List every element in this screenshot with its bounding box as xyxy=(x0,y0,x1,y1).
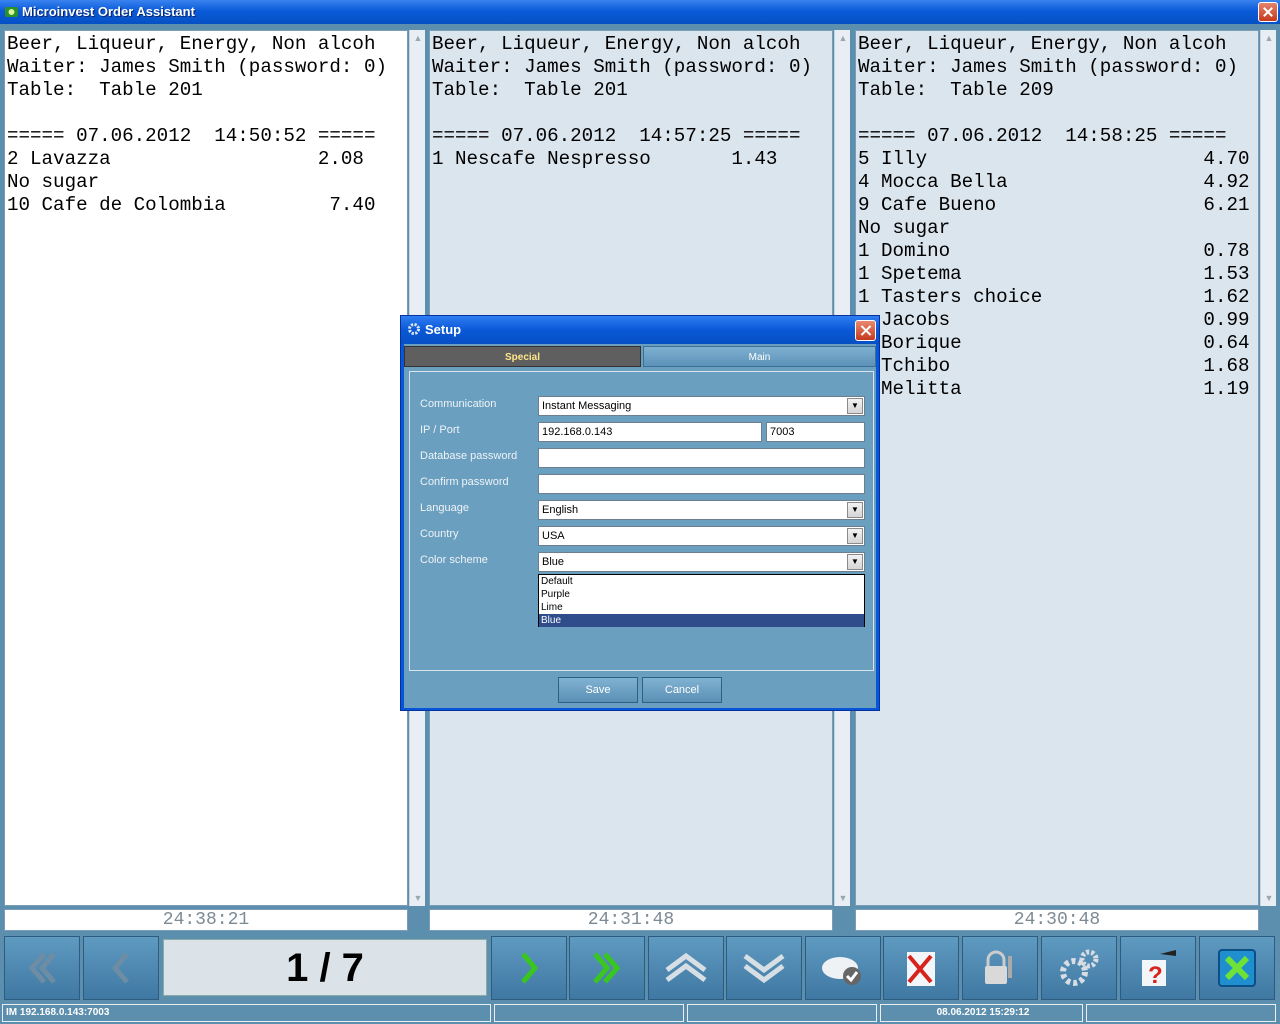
tab-main[interactable]: Main xyxy=(643,346,876,367)
settings-button[interactable] xyxy=(1041,936,1117,1000)
scrollbar-panel-3[interactable]: ▲ ▼ xyxy=(1260,30,1276,906)
gear-icon xyxy=(408,323,420,335)
scroll-up-arrow[interactable]: ▲ xyxy=(838,33,848,43)
dialog-body: Special Main Communication Instant Messa… xyxy=(404,344,876,708)
setup-dialog: Setup Special Main Communication Instant… xyxy=(400,315,880,711)
status-bar: IM 192.168.0.143:7003 08.06.2012 15:29:1… xyxy=(0,1002,1280,1024)
scroll-up-icon xyxy=(665,952,707,983)
scroll-down-arrow[interactable]: ▼ xyxy=(413,893,423,903)
dialog-title-bar: Setup xyxy=(401,316,879,344)
color-scheme-label: Color scheme xyxy=(420,554,488,566)
svg-text:?: ? xyxy=(1148,962,1163,989)
app-icon xyxy=(5,7,18,17)
status-datetime: 08.06.2012 15:29:12 xyxy=(880,1004,1083,1022)
confirm-password-label: Confirm password xyxy=(420,476,509,488)
color-scheme-select[interactable]: Blue ▼ xyxy=(538,552,865,572)
scroll-up-arrow[interactable]: ▲ xyxy=(413,33,423,43)
confirm-password-field[interactable] xyxy=(538,474,865,494)
help-icon: ? xyxy=(1142,950,1176,989)
cloud-check-icon xyxy=(822,957,861,985)
db-password-field[interactable] xyxy=(538,448,865,468)
window-title: Microinvest Order Assistant xyxy=(22,4,195,19)
communication-select[interactable]: Instant Messaging ▼ xyxy=(538,396,865,416)
next-page-button[interactable] xyxy=(491,936,567,1000)
scroll-down-icon xyxy=(743,953,785,984)
language-value: English xyxy=(542,504,579,516)
lock-key-icon xyxy=(985,950,1012,984)
order-panel-3[interactable]: Beer, Liqueur, Energy, Non alcoh Waiter:… xyxy=(855,30,1259,906)
window-close-button[interactable] xyxy=(1258,2,1278,22)
timer-panel-2: 24:31:48 xyxy=(429,909,833,931)
chevron-down-icon[interactable]: ▼ xyxy=(847,398,863,414)
first-page-icon xyxy=(28,952,56,984)
exit-button[interactable] xyxy=(1199,936,1275,1000)
dropdown-option-blue[interactable]: Blue xyxy=(539,614,864,627)
scroll-up-button[interactable] xyxy=(648,936,724,1000)
status-cell-3 xyxy=(687,1004,877,1022)
first-page-button[interactable] xyxy=(4,936,80,1000)
order-text-1: Beer, Liqueur, Energy, Non alcoh Waiter:… xyxy=(7,33,387,216)
language-select[interactable]: English ▼ xyxy=(538,500,865,520)
color-scheme-dropdown: Default Purple Lime Blue xyxy=(538,574,865,627)
status-cell-2 xyxy=(494,1004,684,1022)
lock-button[interactable] xyxy=(962,936,1038,1000)
communication-label: Communication xyxy=(420,398,497,410)
language-label: Language xyxy=(420,502,469,514)
send-button[interactable] xyxy=(805,936,881,1000)
scroll-down-arrow[interactable]: ▼ xyxy=(838,893,848,903)
communication-value: Instant Messaging xyxy=(542,400,632,412)
chevron-down-icon[interactable]: ▼ xyxy=(847,528,863,544)
dropdown-option-purple[interactable]: Purple xyxy=(539,588,864,601)
chevron-down-icon[interactable]: ▼ xyxy=(847,554,863,570)
country-label: Country xyxy=(420,528,459,540)
cancel-order-button[interactable] xyxy=(883,936,959,1000)
country-select[interactable]: USA ▼ xyxy=(538,526,865,546)
scroll-up-arrow[interactable]: ▲ xyxy=(1264,33,1274,43)
save-button[interactable]: Save xyxy=(558,677,638,703)
chevron-down-icon[interactable]: ▼ xyxy=(847,502,863,518)
last-page-icon xyxy=(593,952,621,984)
previous-page-button[interactable] xyxy=(83,936,159,1000)
previous-page-icon xyxy=(111,952,129,984)
port-field[interactable]: 7003 xyxy=(766,422,865,442)
db-password-label: Database password xyxy=(420,450,518,462)
order-text-2: Beer, Liqueur, Energy, Non alcoh Waiter:… xyxy=(432,33,812,170)
title-bar: Microinvest Order Assistant xyxy=(0,0,1280,24)
status-cell-5 xyxy=(1086,1004,1276,1022)
dropdown-option-lime[interactable]: Lime xyxy=(539,601,864,614)
ip-field[interactable]: 192.168.0.143 xyxy=(538,422,762,442)
connection-status: IM 192.168.0.143:7003 xyxy=(2,1004,491,1022)
last-page-button[interactable] xyxy=(569,936,645,1000)
cancel-button[interactable]: Cancel xyxy=(642,677,722,703)
settings-gears-icon xyxy=(1060,949,1099,986)
timer-panel-3: 24:30:48 xyxy=(855,909,1259,931)
dialog-close-button[interactable] xyxy=(855,320,876,341)
timer-panel-1: 24:38:21 xyxy=(4,909,408,931)
order-text-3: Beer, Liqueur, Energy, Non alcoh Waiter:… xyxy=(858,33,1250,400)
ip-port-label: IP / Port xyxy=(420,424,460,436)
tab-special[interactable]: Special xyxy=(404,346,641,367)
cancel-order-icon xyxy=(907,952,935,986)
dropdown-option-default[interactable]: Default xyxy=(539,575,864,588)
next-page-icon xyxy=(521,952,539,984)
dialog-title: Setup xyxy=(425,322,462,337)
color-scheme-value: Blue xyxy=(542,556,565,568)
help-button[interactable]: ? xyxy=(1120,936,1196,1000)
country-value: USA xyxy=(542,530,565,542)
scroll-down-button[interactable] xyxy=(726,936,802,1000)
scroll-down-arrow[interactable]: ▼ xyxy=(1264,893,1274,903)
order-panel-1[interactable]: Beer, Liqueur, Energy, Non alcoh Waiter:… xyxy=(4,30,408,906)
page-indicator: 1 / 7 xyxy=(163,939,487,996)
exit-icon xyxy=(1218,949,1256,987)
